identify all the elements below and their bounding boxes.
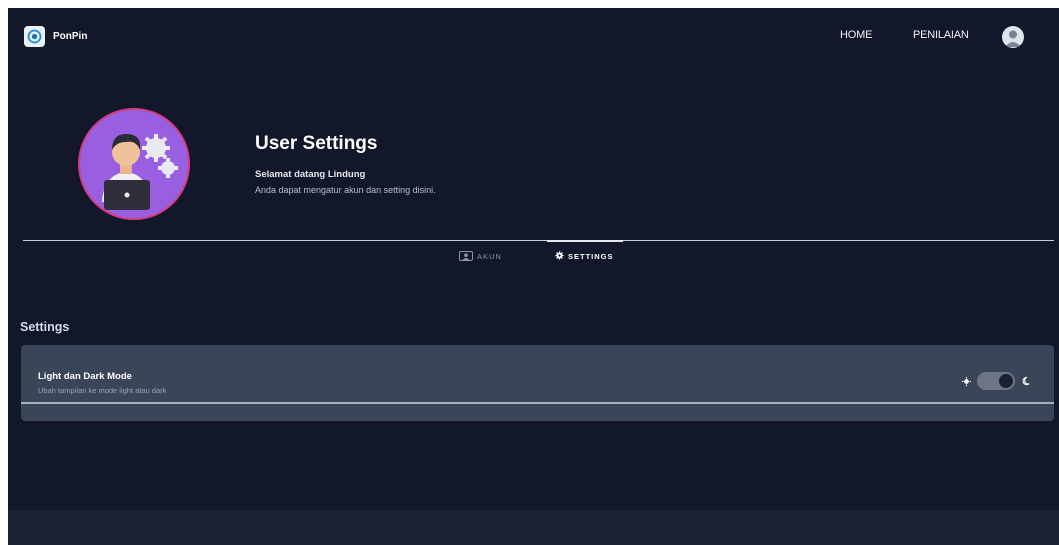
brand-logo-icon [24,26,45,47]
settings-section-title: Settings [20,320,70,334]
theme-setting-subtitle: Ubah tampilan ke mode light atau dark [38,386,167,395]
gear-icon [555,250,564,262]
tab-akun[interactable]: AKUN [459,248,502,264]
nav-penilaian-link[interactable]: PENILAIAN [913,29,969,41]
brand-name: PonPin [53,31,88,42]
brand[interactable]: PonPin [24,26,87,47]
tab-settings[interactable]: SETTINGS [555,248,614,264]
page-title: User Settings [255,133,378,154]
toggle-knob [999,374,1013,388]
tabs-divider [23,240,1054,241]
profile-picture [78,108,190,220]
card-divider [21,402,1054,404]
user-avatar-icon[interactable] [1002,26,1024,48]
tab-akun-label: AKUN [477,251,502,261]
navbar: PonPin HOME PENILAIAN [8,8,1059,64]
app-window: PonPin HOME PENILAIAN User Settings Sela… [8,8,1059,545]
footer [8,510,1059,545]
active-tab-indicator [547,240,623,242]
theme-toggle-group [962,372,1030,390]
nav-home-link[interactable]: HOME [840,29,872,41]
welcome-text: Selamat datang Lindung [255,169,366,180]
account-icon [459,251,473,261]
theme-setting-card: Light dan Dark Mode Ubah tampilan ke mod… [21,345,1054,421]
tab-settings-label: SETTINGS [568,251,614,261]
page-description: Anda dapat mengatur akun dan setting dis… [255,185,436,195]
theme-setting-title: Light dan Dark Mode [38,371,132,382]
sun-icon [962,376,971,386]
dark-mode-toggle[interactable] [977,372,1015,390]
moon-icon [1021,376,1030,386]
